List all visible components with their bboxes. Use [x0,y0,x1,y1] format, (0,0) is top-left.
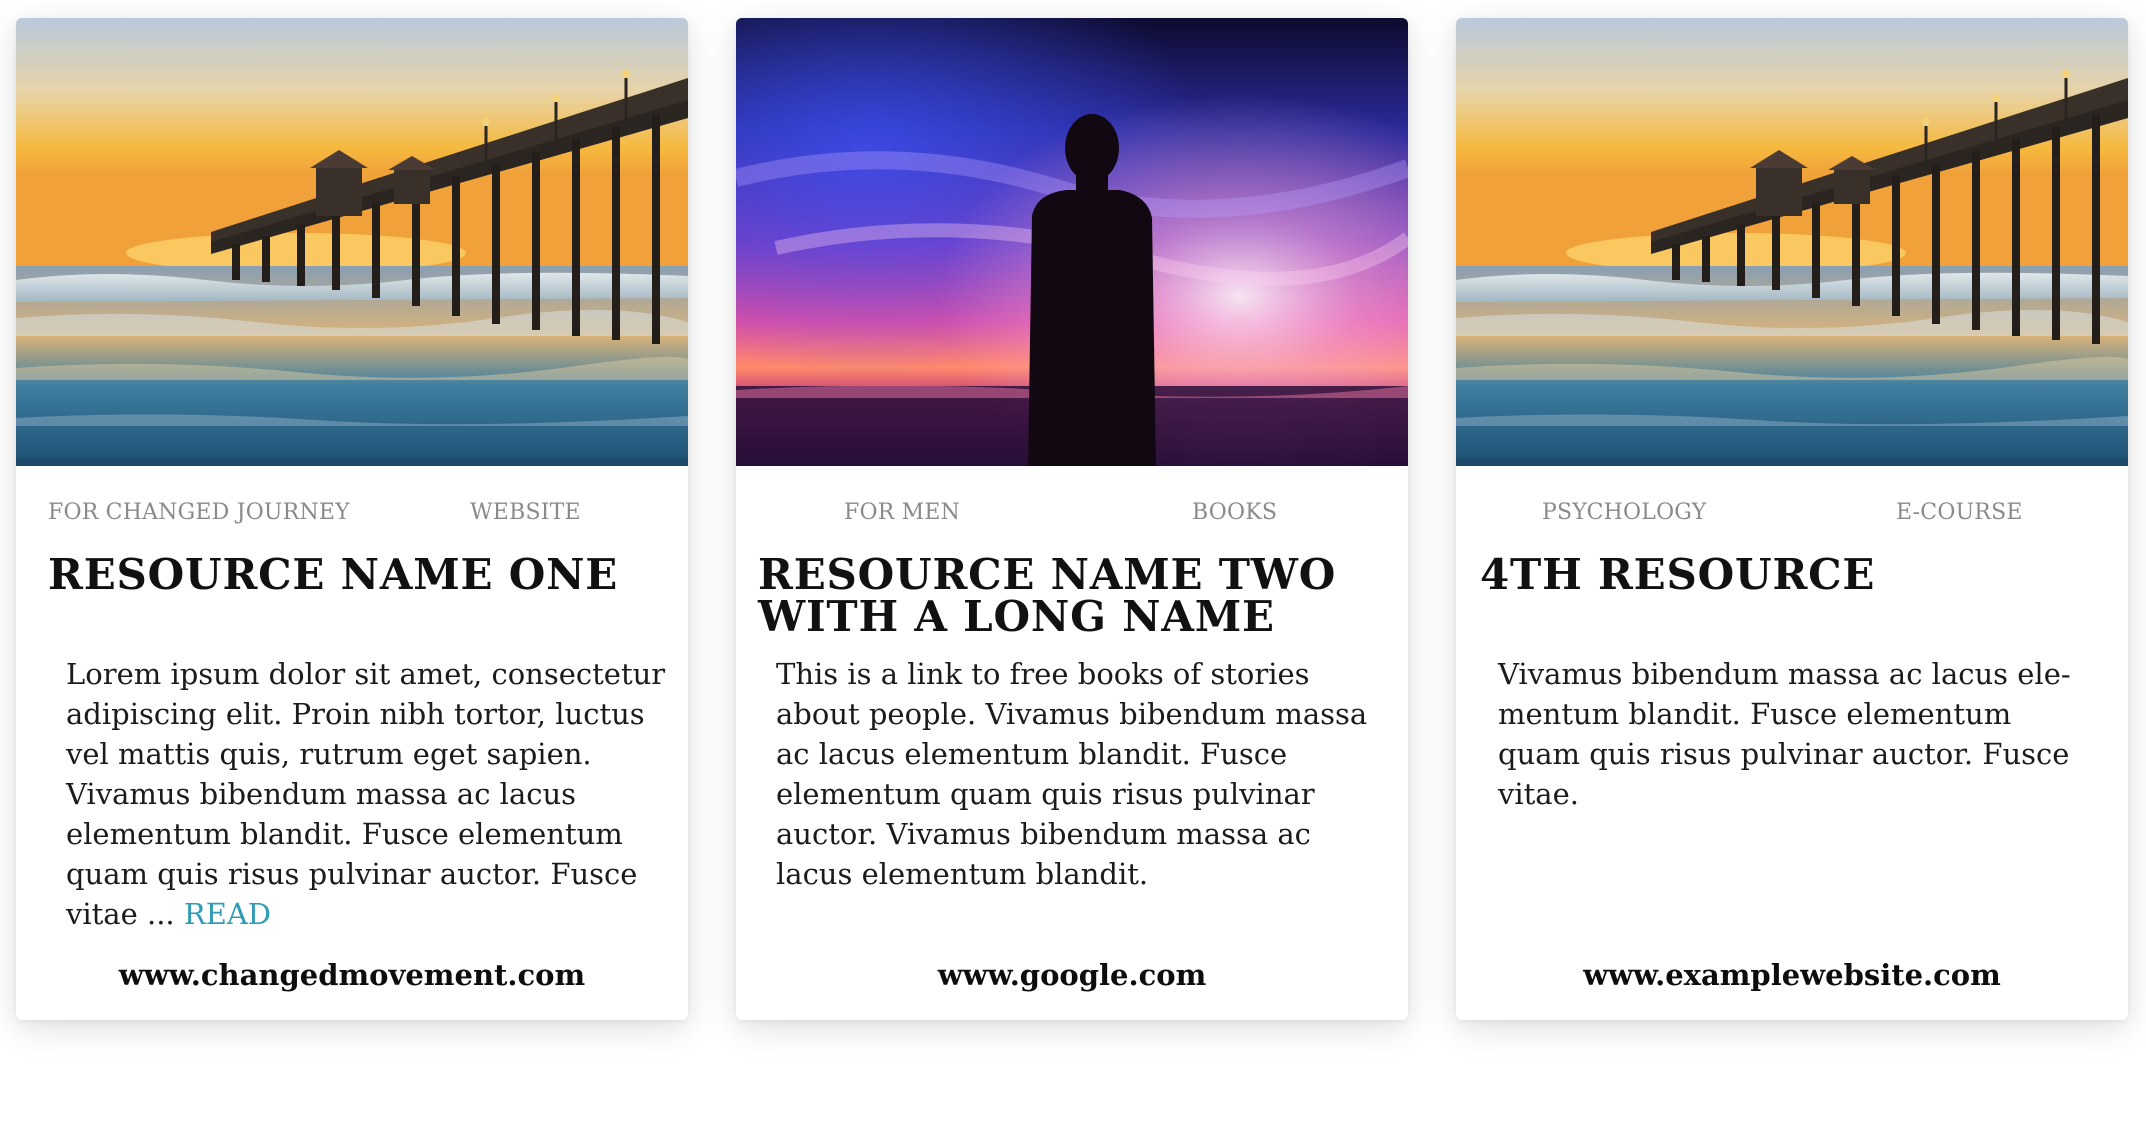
resource-description: Lorem ipsum dolor sit amet, consectetur … [66,654,666,934]
pier-sunset-image [16,18,688,466]
resource-url-link[interactable]: www.examplewebsite.com [1456,958,2128,992]
resource-type-label: E-COURSE [1896,500,2023,525]
resource-title: RESOURCE NAME ONE [48,550,619,599]
resource-description: This is a link to free books of stories … [776,657,1368,891]
resource-card[interactable]: FOR CHANGED JOURNEY WEBSITE RESOURCE NAM… [16,18,688,1020]
resource-url-link[interactable]: www.google.com [736,958,1408,992]
resource-title: RESOURCE NAME TWO WITH A LONG NAME [758,550,1337,641]
resource-title: 4TH RESOURCE [1480,550,1876,599]
resource-type-label: WEBSITE [470,500,581,525]
resource-description: Vivamus bibendum massa ac lacus ele-ment… [1498,657,2071,811]
resource-card[interactable]: PSYCHOLOGY E-COURSE 4TH RESOURCE Vivamus… [1456,18,2128,1020]
category-label: FOR MEN [844,500,961,525]
read-link[interactable]: READ [184,897,271,931]
resource-type-label: BOOKS [1192,500,1278,525]
description-text: Lorem ipsum dolor sit amet, consectetur … [66,657,666,931]
resource-url-link[interactable]: www.changedmovement.com [16,958,688,992]
resource-card[interactable]: FOR MEN BOOKS RESOURCE NAME TWO WITH A L… [736,18,1408,1020]
category-label: FOR CHANGED JOURNEY [48,500,350,525]
pier-sunset-image [1456,18,2128,466]
category-label: PSYCHOLOGY [1542,500,1707,525]
silhouette-sunset-image [736,18,1408,466]
resource-cards-page: FOR CHANGED JOURNEY WEBSITE RESOURCE NAM… [0,0,2146,1134]
